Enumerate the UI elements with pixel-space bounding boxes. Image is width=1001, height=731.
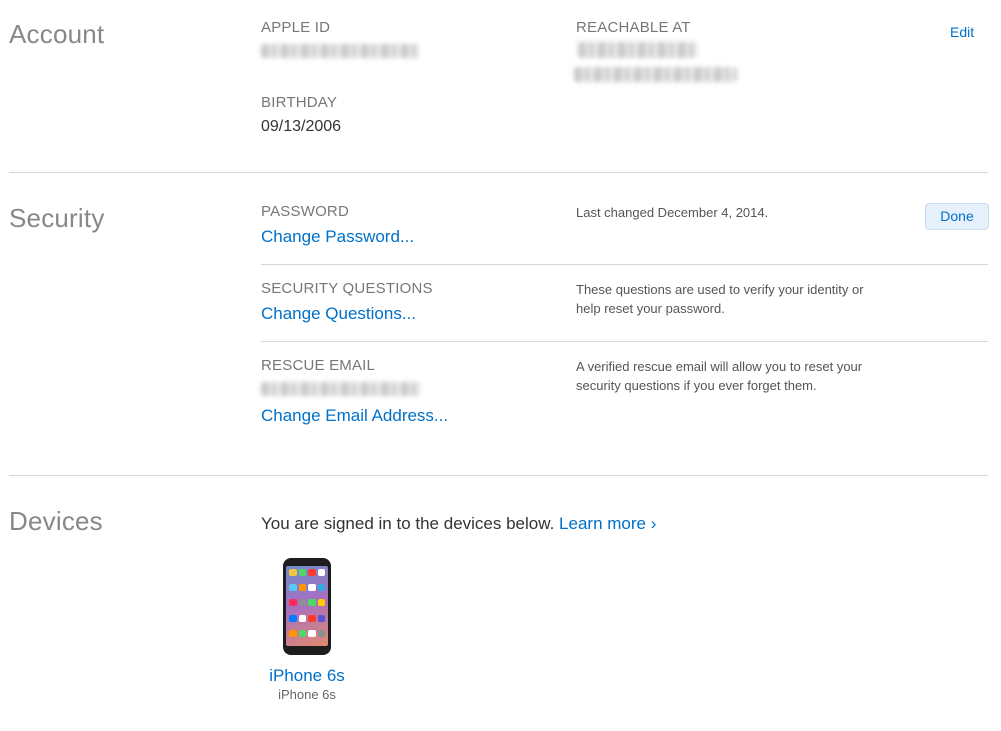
password-divider	[261, 264, 988, 265]
security-divider	[9, 475, 988, 476]
device-name[interactable]: iPhone 6s	[257, 666, 357, 686]
change-email-link[interactable]: Change Email Address...	[261, 406, 448, 426]
security-section-title: Security	[9, 203, 105, 233]
reachable-at-label: REACHABLE AT	[576, 19, 691, 36]
rescue-email-note: A verified rescue email will allow you t…	[576, 357, 862, 395]
security-questions-note-line2: help reset your password.	[576, 301, 725, 316]
birthday-label: BIRTHDAY	[261, 94, 338, 111]
account-section-title: Account	[9, 19, 105, 49]
password-last-changed: Last changed December 4, 2014.	[576, 205, 769, 220]
account-divider	[9, 172, 988, 173]
devices-section-title: Devices	[9, 506, 103, 536]
rescue-email-note-line2: security questions if you ever forget th…	[576, 378, 817, 393]
device-tile[interactable]: iPhone 6s iPhone 6s	[257, 556, 357, 702]
devices-intro: You are signed in to the devices below. …	[261, 514, 656, 534]
devices-intro-text: You are signed in to the devices below.	[261, 514, 555, 533]
iphone-icon	[283, 558, 331, 655]
security-questions-note-line1: These questions are used to verify your …	[576, 282, 864, 297]
done-button[interactable]: Done	[925, 203, 989, 230]
rescue-email-label: RESCUE EMAIL	[261, 357, 376, 374]
apple-id-value-redacted	[261, 44, 419, 58]
rescue-email-value-redacted	[261, 382, 421, 396]
apple-id-label: APPLE ID	[261, 19, 331, 36]
birthday-value: 09/13/2006	[261, 118, 342, 135]
change-questions-link[interactable]: Change Questions...	[261, 304, 416, 324]
change-password-link[interactable]: Change Password...	[261, 227, 414, 247]
rescue-email-note-line1: A verified rescue email will allow you t…	[576, 359, 863, 374]
reachable-email-redacted	[574, 67, 737, 82]
learn-more-link[interactable]: Learn more ›	[559, 514, 656, 533]
security-questions-note: These questions are used to verify your …	[576, 280, 864, 318]
reachable-phone-redacted	[578, 42, 698, 58]
security-questions-label: SECURITY QUESTIONS	[261, 280, 433, 297]
edit-account-button[interactable]: Edit	[950, 24, 974, 40]
password-label: PASSWORD	[261, 203, 349, 220]
questions-divider	[261, 341, 988, 342]
device-model: iPhone 6s	[278, 687, 336, 702]
